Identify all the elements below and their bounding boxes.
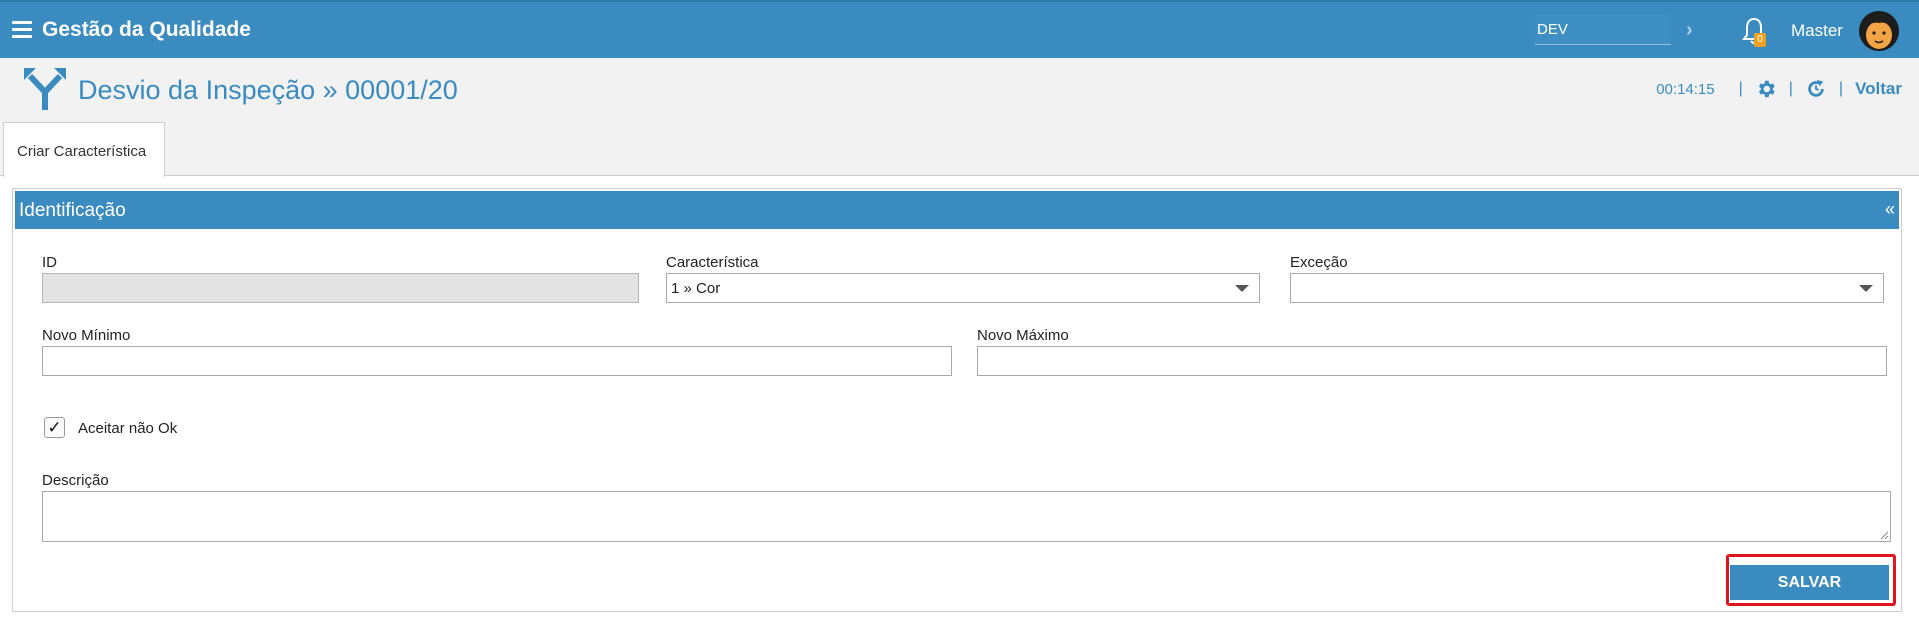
- tab-criar-caracteristica[interactable]: Criar Característica: [3, 122, 165, 177]
- identificacao-panel: Identificação « ID Característica 1 » Co…: [12, 188, 1902, 612]
- header-actions: 00:14:15 | | | Voltar: [1656, 78, 1902, 100]
- resize-grip-icon[interactable]: [1879, 530, 1889, 540]
- tab-strip: Criar Característica: [0, 120, 1919, 177]
- panel-header[interactable]: Identificação «: [15, 191, 1899, 229]
- descricao-label: Descrição: [42, 472, 109, 489]
- chevron-right-icon[interactable]: ›: [1686, 19, 1693, 42]
- caracteristica-select[interactable]: 1 » Cor: [666, 273, 1260, 303]
- separator: |: [1838, 80, 1844, 97]
- top-bar: Gestão da Qualidade › 0 Master: [0, 0, 1919, 58]
- novo-minimo-field[interactable]: [42, 346, 952, 376]
- caracteristica-label: Característica: [666, 254, 759, 271]
- save-button[interactable]: SALVAR: [1730, 565, 1889, 600]
- id-field: [42, 273, 639, 303]
- page-title: Desvio da Inspeção » 00001/20: [78, 75, 458, 105]
- aceitar-nao-ok-label[interactable]: Aceitar não Ok: [78, 420, 177, 437]
- back-link[interactable]: Voltar: [1855, 79, 1902, 99]
- id-label: ID: [42, 254, 57, 271]
- menu-icon[interactable]: [12, 21, 32, 38]
- excecao-label: Exceção: [1290, 254, 1348, 271]
- refresh-icon[interactable]: [1805, 78, 1827, 100]
- separator: |: [1788, 80, 1793, 97]
- panel-title: Identificação: [19, 200, 126, 221]
- chevron-down-icon: [1859, 285, 1873, 292]
- app-title: Gestão da Qualidade: [42, 18, 251, 41]
- novo-maximo-field[interactable]: [977, 346, 1887, 376]
- gear-icon[interactable]: [1755, 78, 1777, 100]
- novo-minimo-label: Novo Mínimo: [42, 327, 131, 344]
- aceitar-nao-ok-checkbox[interactable]: ✓: [44, 417, 65, 438]
- environment-input[interactable]: [1535, 15, 1671, 45]
- avatar[interactable]: [1859, 11, 1899, 51]
- novo-maximo-label: Novo Máximo: [977, 327, 1069, 344]
- notification-badge: 0: [1754, 33, 1766, 47]
- user-name[interactable]: Master: [1791, 21, 1843, 41]
- excecao-select[interactable]: [1290, 273, 1884, 303]
- fork-arrow-icon: [24, 68, 66, 110]
- separator: |: [1738, 80, 1743, 97]
- collapse-icon[interactable]: «: [1885, 199, 1895, 220]
- caracteristica-value: 1 » Cor: [671, 280, 721, 297]
- session-timer: 00:14:15: [1656, 80, 1715, 98]
- page-header: Desvio da Inspeção » 00001/20 00:14:15 |…: [0, 58, 1919, 120]
- chevron-down-icon: [1235, 285, 1249, 292]
- descricao-field[interactable]: [42, 491, 1891, 542]
